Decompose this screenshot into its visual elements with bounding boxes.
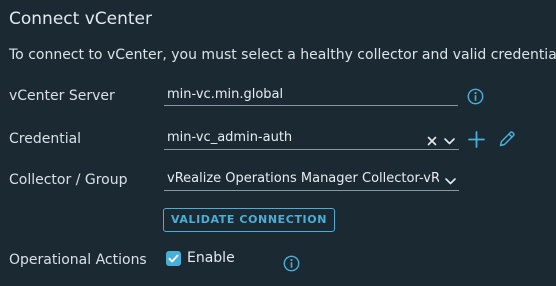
validate-connection-button[interactable]: VALIDATE CONNECTION (163, 208, 335, 232)
enable-checkbox-label[interactable]: Enable (187, 250, 235, 266)
vcenter-server-label: vCenter Server (9, 88, 115, 104)
collector-group-value: vRealize Operations Manager Collector-vR… (167, 171, 439, 186)
credential-label: Credential (9, 131, 82, 147)
vcenter-server-field[interactable] (164, 84, 461, 106)
dialog-title: Connect vCenter (9, 9, 152, 29)
credential-select[interactable]: min-vc_admin-auth (164, 128, 459, 150)
chevron-down-icon[interactable] (443, 135, 456, 147)
collector-group-label: Collector / Group (9, 172, 128, 188)
collector-chevron-down-icon[interactable] (444, 175, 457, 187)
edit-icon[interactable] (497, 129, 517, 149)
enable-checkbox[interactable] (166, 251, 181, 266)
credential-value: min-vc_admin-auth (167, 130, 293, 145)
add-icon[interactable] (467, 130, 486, 149)
operational-actions-label: Operational Actions (9, 252, 147, 268)
collector-group-select[interactable]: vRealize Operations Manager Collector-vR… (164, 169, 459, 191)
checkmark-icon (168, 254, 179, 263)
clear-icon[interactable] (426, 135, 438, 147)
vcenter-server-input[interactable] (164, 84, 461, 104)
operational-actions-info-icon[interactable] (283, 255, 300, 272)
info-icon[interactable] (467, 88, 484, 105)
dialog-description: To connect to vCenter, you must select a… (9, 47, 556, 63)
